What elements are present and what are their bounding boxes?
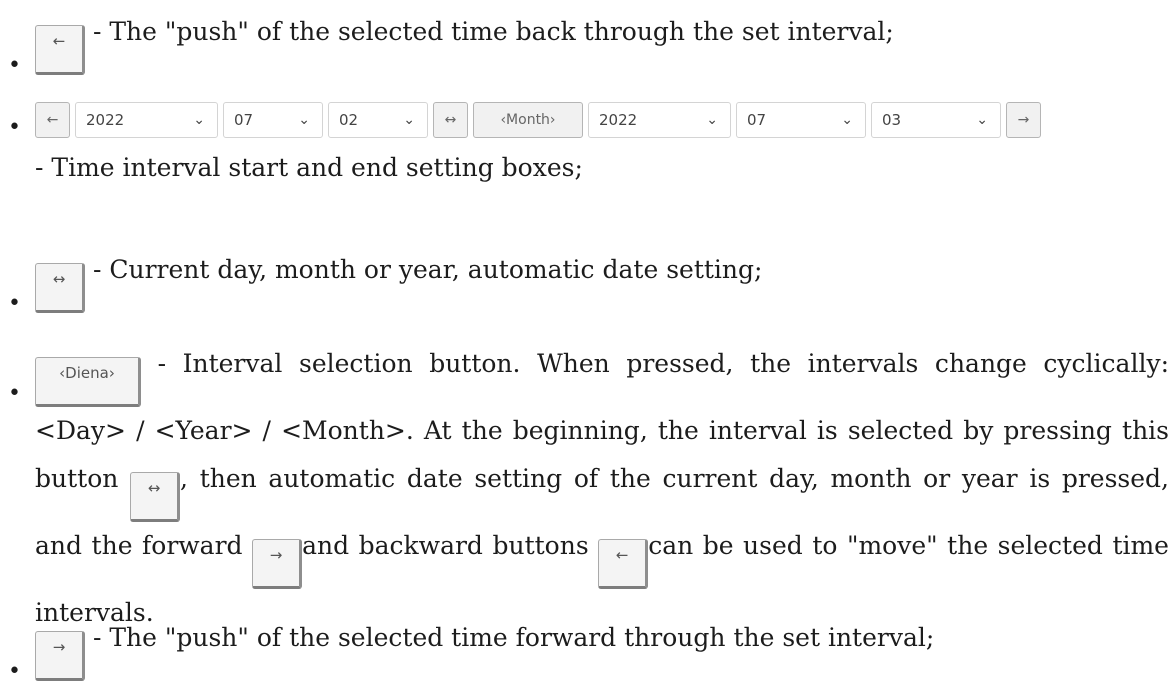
arrow-left-icon: ←	[615, 546, 629, 564]
arrow-left-icon: ←	[46, 112, 59, 128]
forward-arrow-button[interactable]: →	[35, 631, 85, 681]
item-text: and backward buttons	[302, 531, 599, 560]
chevron-down-icon: ⌄	[403, 112, 415, 128]
arrow-left-icon: ←	[52, 32, 66, 50]
back-button[interactable]: ←	[598, 539, 649, 589]
chevron-down-icon: ⌄	[706, 112, 718, 128]
chevron-down-icon: ⌄	[298, 112, 310, 128]
item-text: - The "push" of the selected time forwar…	[85, 623, 935, 652]
bullet: •	[8, 381, 21, 406]
item-text: - The "push" of the selected time back t…	[85, 17, 894, 46]
double-arrow-icon: ↔	[52, 270, 66, 288]
arrow-right-icon: →	[52, 638, 66, 656]
interval-button[interactable]: ‹Month›	[473, 102, 583, 138]
auto-date-button[interactable]: ↔	[35, 263, 85, 313]
back-arrow-button[interactable]: ←	[35, 25, 85, 75]
start-year-select[interactable]: 2022 ⌄	[75, 102, 218, 138]
end-day-select[interactable]: 03 ⌄	[871, 102, 1001, 138]
end-year-select[interactable]: 2022 ⌄	[588, 102, 731, 138]
chevron-down-icon: ⌄	[976, 112, 988, 128]
end-month-select[interactable]: 07 ⌄	[736, 102, 866, 138]
double-arrow-icon: ↔	[444, 112, 457, 128]
back-button[interactable]: ←	[35, 102, 70, 138]
double-arrow-icon: ↔	[147, 479, 161, 497]
start-day-select[interactable]: 02 ⌄	[328, 102, 428, 138]
item-text: - Current day, month or year, automatic …	[85, 255, 763, 284]
interval-button[interactable]: ‹Diena›	[35, 357, 141, 407]
bullet: •	[8, 53, 21, 78]
bullet: •	[8, 291, 21, 316]
bullet: •	[8, 659, 21, 684]
interval-controls: ← 2022 ⌄ 07 ⌄ 02 ⌄ ↔ ‹Month› 2022 ⌄ 07 ⌄ 03 ⌄ …	[35, 100, 1169, 140]
start-month-select[interactable]: 07 ⌄	[223, 102, 323, 138]
forward-button[interactable]: →	[1006, 102, 1041, 138]
forward-button[interactable]: →	[252, 539, 303, 589]
auto-date-button[interactable]: ↔	[433, 102, 468, 138]
item-text: - Time interval start and end setting bo…	[35, 153, 583, 182]
auto-date-button[interactable]: ↔	[130, 472, 181, 522]
chevron-down-icon: ⌄	[841, 112, 853, 128]
bullet: •	[8, 115, 21, 140]
arrow-right-icon: →	[269, 546, 283, 564]
arrow-right-icon: →	[1017, 112, 1030, 128]
chevron-down-icon: ⌄	[193, 112, 205, 128]
